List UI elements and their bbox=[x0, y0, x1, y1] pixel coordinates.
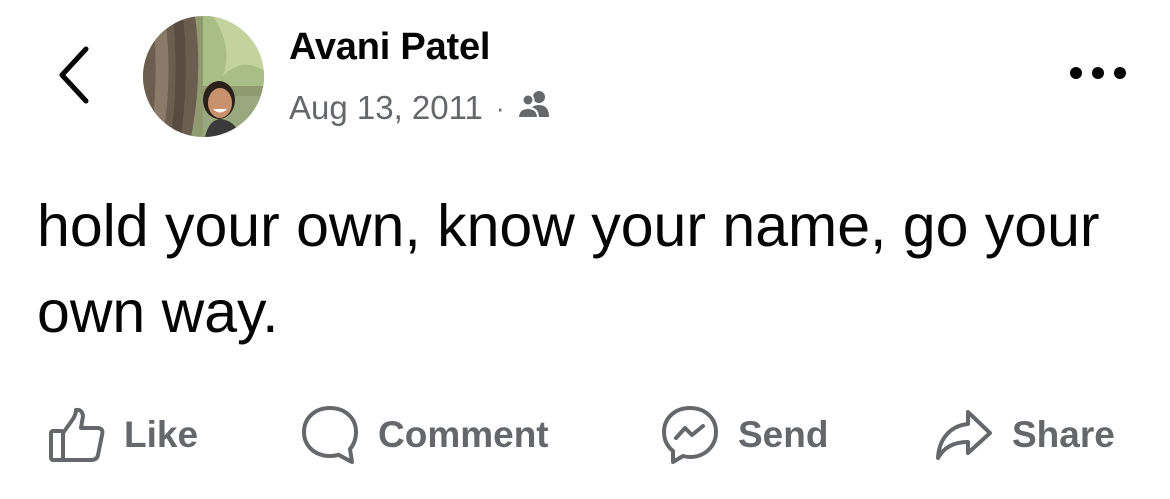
comment-button[interactable]: Comment bbox=[300, 402, 549, 468]
share-label: Share bbox=[1012, 414, 1115, 455]
post-meta: Aug 13, 2011 · bbox=[289, 88, 553, 128]
share-arrow-icon bbox=[934, 407, 994, 463]
back-button[interactable] bbox=[44, 44, 104, 110]
thumbs-up-icon bbox=[48, 406, 106, 464]
author-name[interactable]: Avani Patel bbox=[289, 26, 490, 69]
send-button[interactable]: Send bbox=[660, 402, 828, 468]
comment-label: Comment bbox=[378, 414, 549, 455]
chevron-left-icon bbox=[56, 45, 92, 110]
avatar[interactable] bbox=[143, 16, 264, 137]
like-button[interactable]: Like bbox=[48, 402, 198, 468]
messenger-icon bbox=[660, 404, 720, 466]
share-button[interactable]: Share bbox=[934, 402, 1115, 468]
profile-photo bbox=[143, 16, 264, 137]
like-label: Like bbox=[124, 414, 199, 455]
more-horizontal-icon bbox=[1068, 65, 1128, 86]
comment-bubble-icon bbox=[300, 404, 360, 466]
post-date[interactable]: Aug 13, 2011 bbox=[289, 89, 483, 127]
send-label: Send bbox=[738, 414, 829, 455]
friends-icon[interactable] bbox=[516, 89, 553, 127]
post-text: hold your own, know your name, go your o… bbox=[37, 193, 1100, 345]
action-bar: Like Comment Send Share bbox=[0, 402, 1170, 468]
more-options-button[interactable] bbox=[1060, 55, 1136, 95]
meta-separator: · bbox=[495, 93, 505, 123]
